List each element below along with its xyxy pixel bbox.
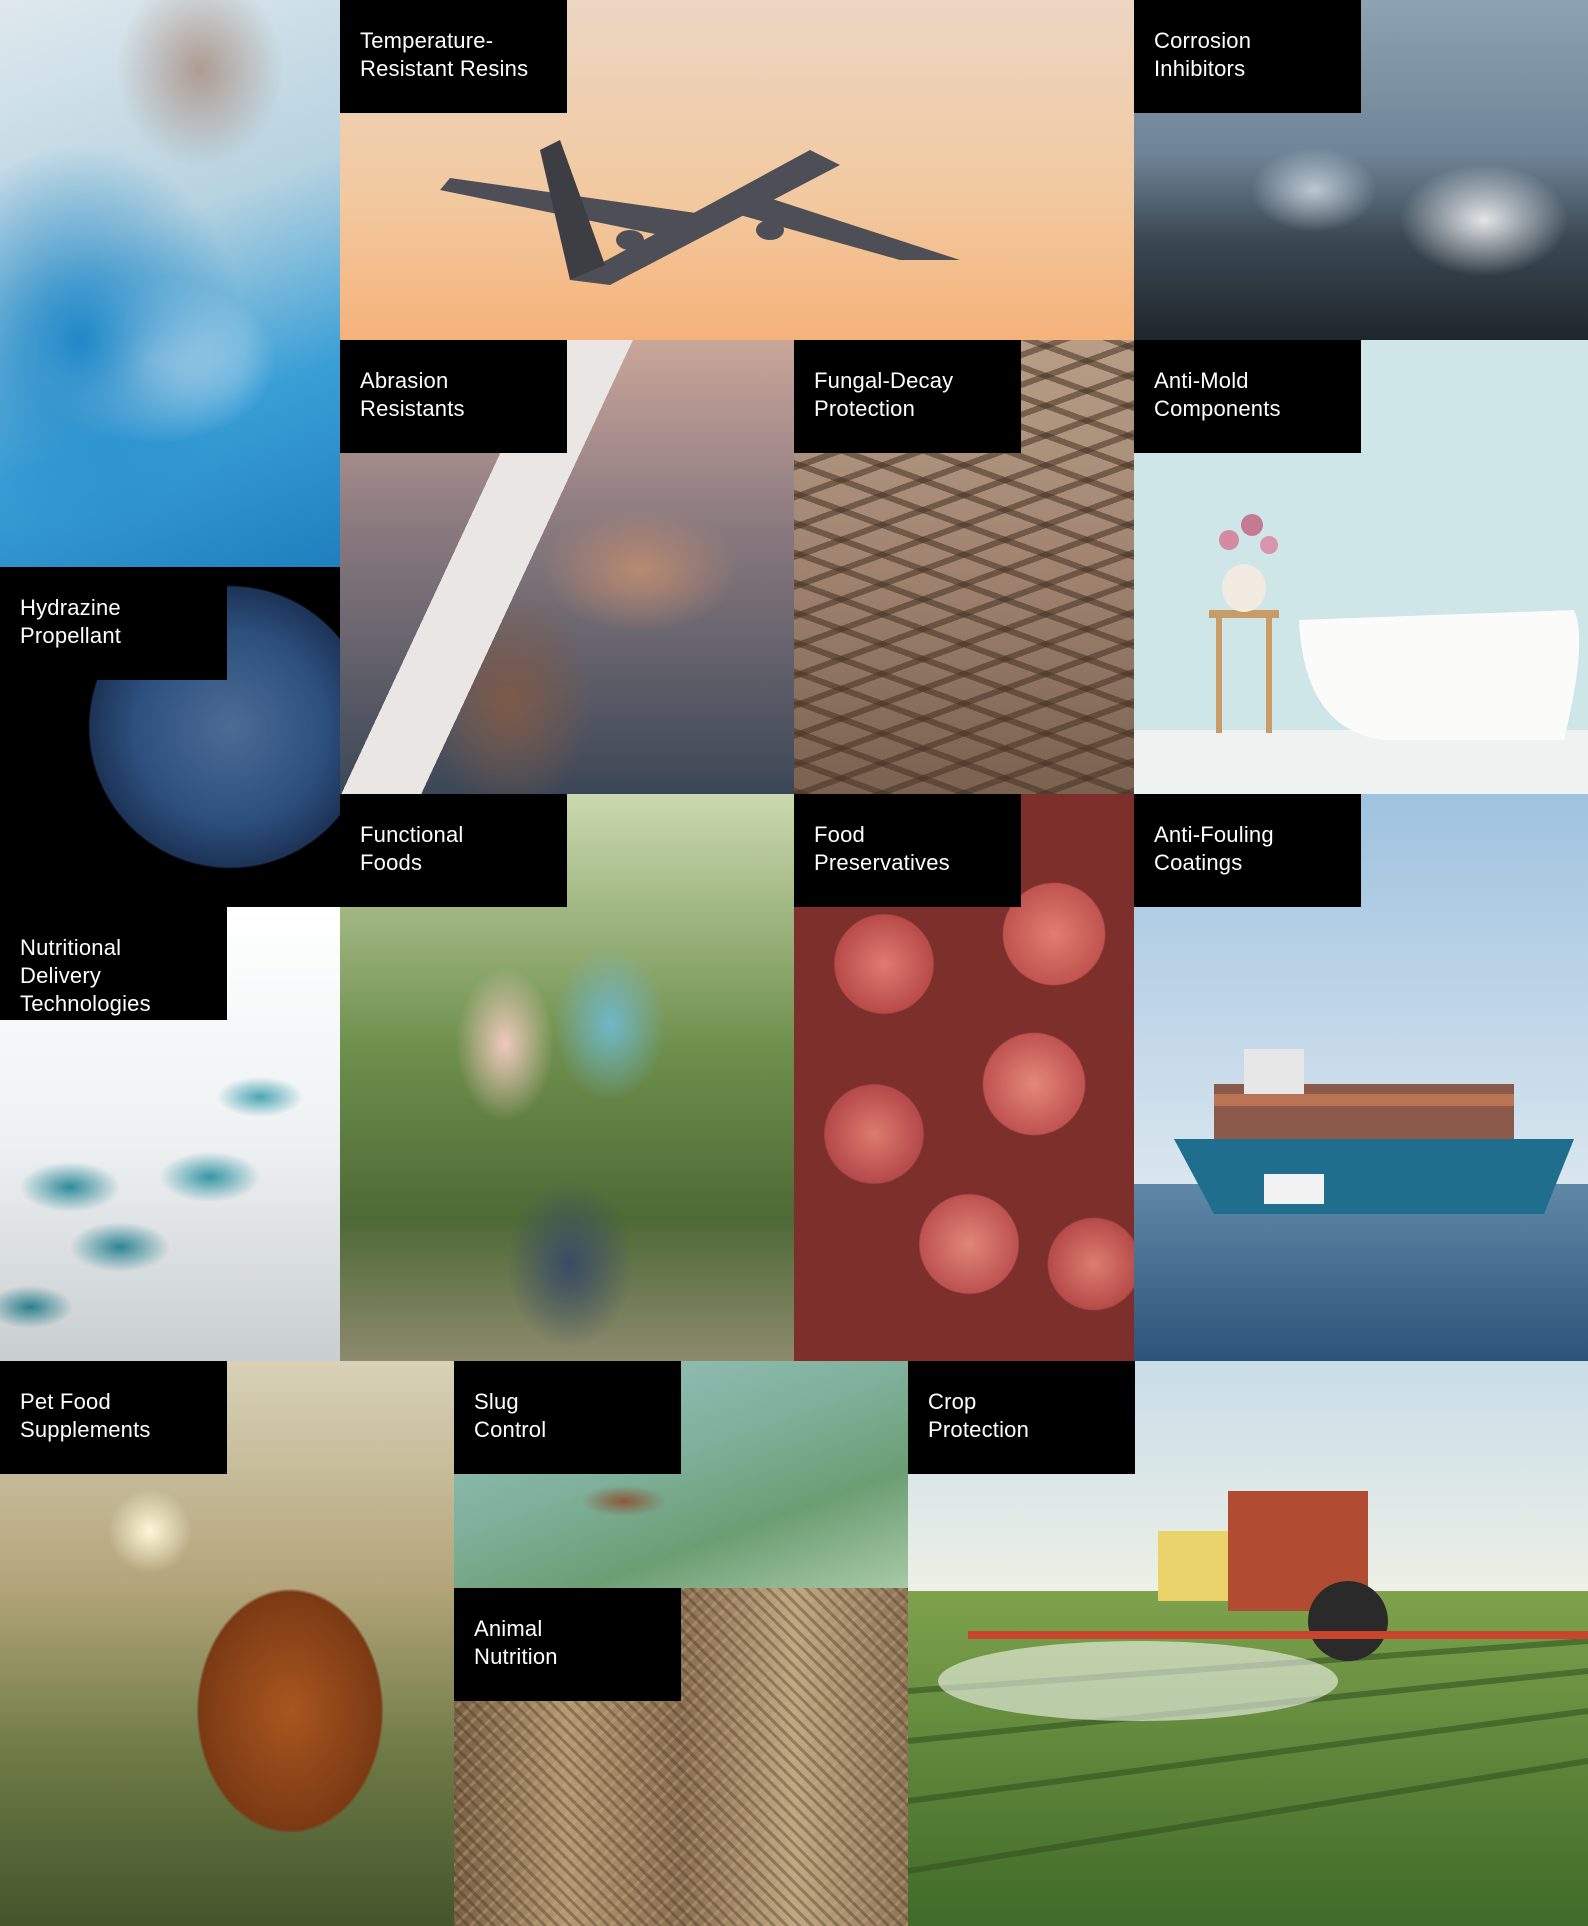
tile-food-preservatives[interactable]: Food Preservatives (794, 794, 1134, 1361)
abrasion-resistants-label: Abrasion Resistants (340, 340, 567, 453)
label-line-2: Nutrition (474, 1644, 558, 1669)
nutritional-delivery-technologies-label: Nutritional Delivery Technologies (0, 907, 227, 1020)
label-line-1: Temperature- (360, 28, 494, 53)
slug-control-label: Slug Control (454, 1361, 681, 1474)
label-line-2: Protection (814, 396, 916, 421)
label-line-1: Corrosion (1154, 28, 1252, 53)
tile-temperature-resistant-resins[interactable]: Temperature- Resistant Resins (340, 0, 1134, 340)
label-line-2: Components (1154, 396, 1281, 421)
tile-crop-protection[interactable]: Crop Protection (908, 1361, 1588, 1926)
label-line-2: Propellant (20, 623, 122, 648)
label-line-1: Animal (474, 1616, 543, 1641)
tile-abrasion-resistants[interactable]: Abrasion Resistants (340, 340, 794, 794)
label-line-2: Control (474, 1417, 547, 1442)
temperature-resistant-resins-label: Temperature- Resistant Resins (340, 0, 567, 113)
anti-fouling-coatings-label: Anti-Fouling Coatings (1134, 794, 1361, 907)
tile-pet-food-supplements[interactable]: Pet Food Supplements (0, 1361, 454, 1926)
label-line-1: Hydrazine (20, 595, 121, 620)
label-line-2: Technologies (20, 991, 151, 1016)
label-line-1: Pet Food (20, 1389, 111, 1414)
label-line-1: Functional (360, 822, 464, 847)
label-line-1: Anti-Fouling (1154, 822, 1274, 847)
label-line-2: Coatings (1154, 850, 1243, 875)
food-preservatives-label: Food Preservatives (794, 794, 1021, 907)
label-line-1: Crop (928, 1389, 977, 1414)
label-line-2: Resistant Resins (360, 56, 529, 81)
label-line-2: Inhibitors (1154, 56, 1246, 81)
label-line-1: Nutritional Delivery (20, 935, 122, 988)
tile-slug-control[interactable]: Slug Control (454, 1361, 908, 1588)
tile-anti-fouling-coatings[interactable]: Anti-Fouling Coatings (1134, 794, 1588, 1361)
tile-animal-nutrition[interactable]: Animal Nutrition (454, 1588, 908, 1926)
label-line-2: Foods (360, 850, 423, 875)
label-line-1: Abrasion (360, 368, 449, 393)
tile-nutritional-delivery-technologies[interactable]: Nutritional Delivery Technologies (0, 907, 340, 1361)
functional-foods-label: Functional Foods (340, 794, 567, 907)
label-line-2: Resistants (360, 396, 465, 421)
anti-mold-components-label: Anti-Mold Components (1134, 340, 1361, 453)
tile-functional-foods[interactable]: Functional Foods (340, 794, 794, 1361)
label-line-1: Slug (474, 1389, 519, 1414)
label-line-2: Protection (928, 1417, 1030, 1442)
tile-anti-mold-components[interactable]: Anti-Mold Components (1134, 340, 1588, 794)
hydrazine-propellant-label: Hydrazine Propellant (0, 567, 227, 680)
label-line-1: Food (814, 822, 865, 847)
tile-lab-scientist[interactable] (0, 0, 340, 567)
label-line-1: Anti-Mold (1154, 368, 1249, 393)
label-line-2: Preservatives (814, 850, 950, 875)
tile-hydrazine-propellant[interactable]: Hydrazine Propellant (0, 567, 340, 907)
fungal-decay-protection-label: Fungal-Decay Protection (794, 340, 1021, 453)
application-tile-grid: Temperature- Resistant Resins Corrosion … (0, 0, 1588, 1926)
crop-protection-label: Crop Protection (908, 1361, 1135, 1474)
label-line-2: Supplements (20, 1417, 151, 1442)
tile-corrosion-inhibitors[interactable]: Corrosion Inhibitors (1134, 0, 1588, 340)
label-line-1: Fungal-Decay (814, 368, 954, 393)
pet-food-supplements-label: Pet Food Supplements (0, 1361, 227, 1474)
lab-scientist-image (0, 0, 340, 567)
corrosion-inhibitors-label: Corrosion Inhibitors (1134, 0, 1361, 113)
animal-nutrition-label: Animal Nutrition (454, 1588, 681, 1701)
tile-fungal-decay-protection[interactable]: Fungal-Decay Protection (794, 340, 1134, 794)
